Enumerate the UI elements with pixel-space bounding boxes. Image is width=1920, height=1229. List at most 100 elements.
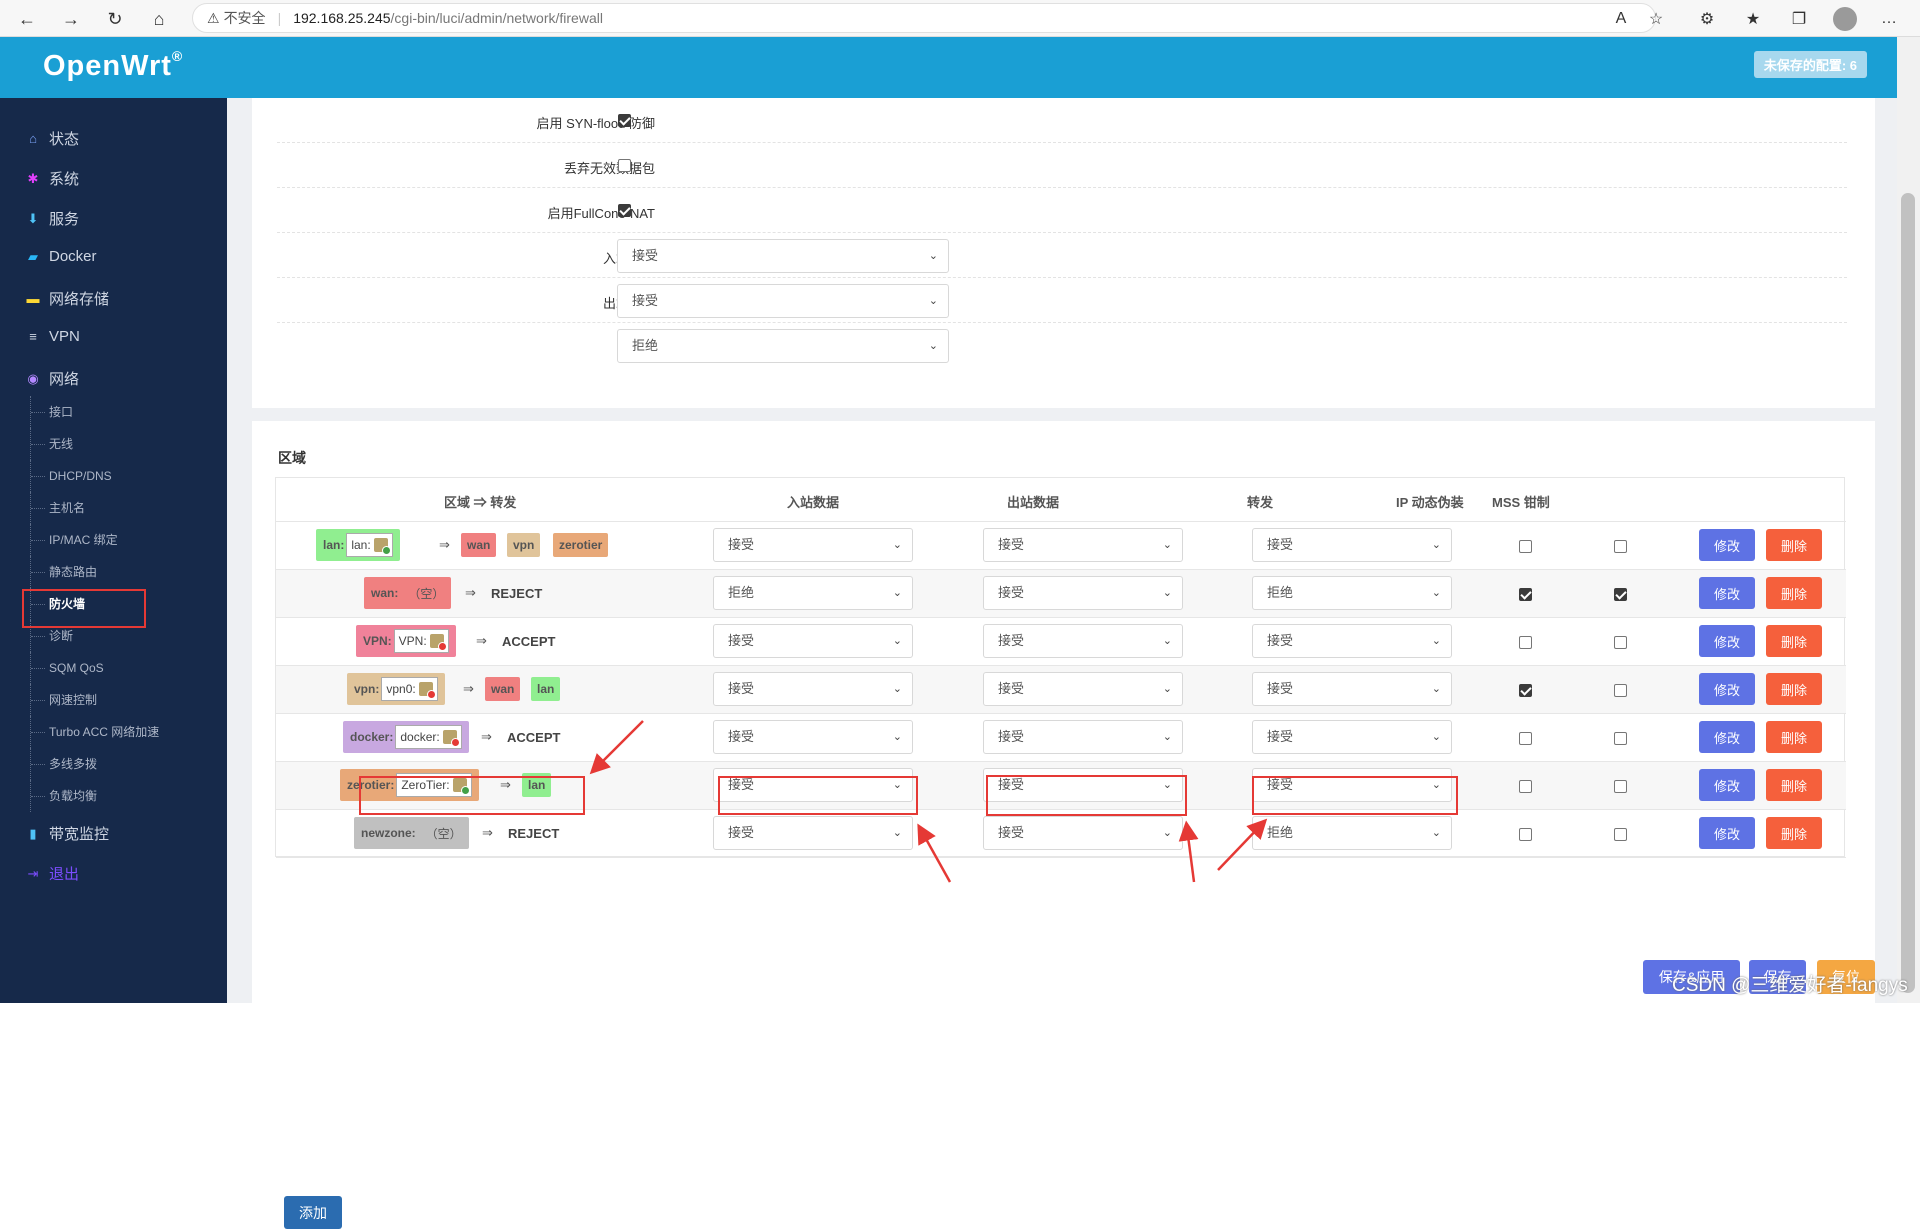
sidebar-item-services[interactable]: ⬇ 服务 bbox=[25, 208, 79, 229]
zone-forward-select[interactable]: 拒绝 ⌄ bbox=[1252, 576, 1452, 610]
sidebar-subitem-dhcp[interactable]: DHCP/DNS bbox=[30, 460, 112, 492]
zone-input-select[interactable]: 接受 ⌄ bbox=[713, 816, 913, 850]
page-scrollbar[interactable] bbox=[1897, 37, 1920, 1003]
address-bar[interactable]: ⚠ 不安全 | 192.168.25.245 /cgi-bin/luci/adm… bbox=[192, 3, 1656, 33]
sidebar-item-bandwidth[interactable]: ▮ 带宽监控 bbox=[25, 823, 109, 844]
zone-output-select[interactable]: 接受 ⌄ bbox=[983, 624, 1183, 658]
read-aloud-icon[interactable]: A bbox=[1608, 6, 1634, 32]
logo[interactable]: OpenWrt® bbox=[43, 48, 183, 83]
drop-invalid-checkbox[interactable] bbox=[618, 159, 631, 172]
zone-forward-select[interactable]: 接受 ⌄ bbox=[1252, 720, 1452, 754]
sidebar-subitem-interfaces[interactable]: 接口 bbox=[30, 396, 73, 428]
masquerade-checkbox[interactable] bbox=[1519, 588, 1532, 601]
zone-input-select[interactable]: 拒绝 ⌄ bbox=[713, 576, 913, 610]
sidebar-subitem-multiwan[interactable]: 多线多拨 bbox=[30, 748, 97, 780]
masquerade-checkbox[interactable] bbox=[1519, 636, 1532, 649]
sidebar-subitem-speed[interactable]: 网速控制 bbox=[30, 684, 97, 716]
zone-forward-select[interactable]: 接受 ⌄ bbox=[1252, 624, 1452, 658]
collections-icon[interactable]: ❐ bbox=[1786, 6, 1812, 32]
masquerade-checkbox[interactable] bbox=[1519, 828, 1532, 841]
input-policy-select[interactable]: 接受 ⌄ bbox=[617, 239, 949, 273]
mss-clamping-checkbox[interactable] bbox=[1614, 588, 1627, 601]
fullcone-checkbox[interactable] bbox=[618, 204, 631, 217]
zone-output-select[interactable]: 接受 ⌄ bbox=[983, 816, 1183, 850]
masquerade-checkbox[interactable] bbox=[1519, 732, 1532, 745]
sidebar-subitem-sqm[interactable]: SQM QoS bbox=[30, 652, 104, 684]
sidebar-subitem-routes[interactable]: 静态路由 bbox=[30, 556, 97, 588]
zone-forward-select[interactable]: 接受 ⌄ bbox=[1252, 528, 1452, 562]
zone-interface: vpn0: bbox=[381, 677, 438, 701]
masquerade-checkbox[interactable] bbox=[1519, 780, 1532, 793]
add-zone-button[interactable]: 添加 bbox=[284, 1196, 342, 1229]
mss-clamping-checkbox[interactable] bbox=[1614, 636, 1627, 649]
sidebar-item-status[interactable]: ⌂ 状态 bbox=[25, 128, 79, 149]
delete-zone-button[interactable]: 删除 bbox=[1766, 577, 1822, 609]
zone-output-select[interactable]: 接受 ⌄ bbox=[983, 720, 1183, 754]
mss-clamping-checkbox[interactable] bbox=[1614, 828, 1627, 841]
sidebar-subitem-turboacc[interactable]: Turbo ACC 网络加速 bbox=[30, 716, 159, 748]
forward-icon[interactable]: → bbox=[58, 6, 84, 32]
sidebar-item-storage[interactable]: ▬ 网络存储 bbox=[25, 288, 110, 309]
edit-zone-button[interactable]: 修改 bbox=[1699, 721, 1755, 753]
zone-name: newzone: bbox=[361, 826, 416, 840]
reload-icon[interactable]: ↻ bbox=[102, 6, 128, 32]
syn-flood-label: 启用 SYN-flood 防御 bbox=[536, 116, 655, 131]
home-page-icon[interactable]: ⌂ bbox=[146, 6, 172, 32]
edit-zone-button[interactable]: 修改 bbox=[1699, 529, 1755, 561]
mss-clamping-checkbox[interactable] bbox=[1614, 684, 1627, 697]
zone-policy: REJECT bbox=[508, 826, 560, 841]
sidebar-item-vpn[interactable]: ≡ VPN bbox=[25, 328, 80, 345]
sidebar-subitem-hostnames[interactable]: 主机名 bbox=[30, 492, 85, 524]
output-policy-select[interactable]: 接受 ⌄ bbox=[617, 284, 949, 318]
delete-zone-button[interactable]: 删除 bbox=[1766, 625, 1822, 657]
masquerade-checkbox[interactable] bbox=[1519, 684, 1532, 697]
delete-zone-button[interactable]: 删除 bbox=[1766, 817, 1822, 849]
delete-zone-button[interactable]: 删除 bbox=[1766, 769, 1822, 801]
mss-clamping-checkbox[interactable] bbox=[1614, 732, 1627, 745]
delete-zone-button[interactable]: 删除 bbox=[1766, 721, 1822, 753]
more-icon[interactable]: … bbox=[1876, 6, 1902, 32]
zone-input-select[interactable]: 接受 ⌄ bbox=[713, 672, 913, 706]
back-icon[interactable]: ← bbox=[14, 6, 40, 32]
profile-avatar[interactable] bbox=[1833, 7, 1857, 31]
zone-forward-select[interactable]: 接受 ⌄ bbox=[1252, 672, 1452, 706]
zone-output-select[interactable]: 接受 ⌄ bbox=[983, 576, 1183, 610]
sidebar-item-label: 网络存储 bbox=[49, 291, 110, 308]
delete-zone-button[interactable]: 删除 bbox=[1766, 529, 1822, 561]
zone-badge: newzone: （空） bbox=[354, 817, 469, 849]
zone-input-select[interactable]: 接受 ⌄ bbox=[713, 528, 913, 562]
sidebar-subitem-loadbalance[interactable]: 负载均衡 bbox=[30, 780, 97, 812]
edit-zone-button[interactable]: 修改 bbox=[1699, 769, 1755, 801]
zone-policy: ACCEPT bbox=[502, 634, 556, 649]
zone-output-select[interactable]: 接受 ⌄ bbox=[983, 528, 1183, 562]
masquerade-checkbox[interactable] bbox=[1519, 540, 1532, 553]
extensions-icon[interactable]: ⚙ bbox=[1694, 6, 1720, 32]
syn-flood-checkbox[interactable] bbox=[618, 114, 631, 127]
favorite-add-icon[interactable]: ☆ bbox=[1643, 6, 1669, 32]
favorites-icon[interactable]: ★ bbox=[1740, 6, 1766, 32]
edit-zone-button[interactable]: 修改 bbox=[1699, 625, 1755, 657]
sidebar-subitem-ipmac[interactable]: IP/MAC 绑定 bbox=[30, 524, 118, 556]
sidebar-item-logout[interactable]: ⇥ 退出 bbox=[25, 863, 79, 884]
mss-clamping-checkbox[interactable] bbox=[1614, 540, 1627, 553]
chevron-down-icon: ⌄ bbox=[1431, 683, 1441, 695]
edit-zone-button[interactable]: 修改 bbox=[1699, 817, 1755, 849]
unsaved-changes-badge[interactable]: 未保存的配置: 6 bbox=[1753, 51, 1867, 78]
highlight-box-zerotier-zone bbox=[359, 776, 585, 815]
sidebar-item-system[interactable]: ✱ 系统 bbox=[25, 168, 79, 189]
zone-input-select[interactable]: 接受 ⌄ bbox=[713, 624, 913, 658]
sidebar-item-docker[interactable]: ▰ Docker bbox=[25, 248, 97, 265]
zone-forward-select[interactable]: 拒绝 ⌄ bbox=[1252, 816, 1452, 850]
sidebar-subitem-wireless[interactable]: 无线 bbox=[30, 428, 73, 460]
edit-zone-button[interactable]: 修改 bbox=[1699, 673, 1755, 705]
zone-output-select[interactable]: 接受 ⌄ bbox=[983, 672, 1183, 706]
header-mss: MSS 钳制 bbox=[1492, 495, 1550, 510]
chevron-down-icon: ⌄ bbox=[1431, 731, 1441, 743]
delete-zone-button[interactable]: 删除 bbox=[1766, 673, 1822, 705]
sidebar-item-network[interactable]: ◉ 网络 bbox=[25, 368, 79, 389]
edit-zone-button[interactable]: 修改 bbox=[1699, 577, 1755, 609]
zone-input-select[interactable]: 接受 ⌄ bbox=[713, 720, 913, 754]
scrollbar-thumb[interactable] bbox=[1901, 193, 1915, 993]
mss-clamping-checkbox[interactable] bbox=[1614, 780, 1627, 793]
forward-policy-select[interactable]: 拒绝 ⌄ bbox=[617, 329, 949, 363]
